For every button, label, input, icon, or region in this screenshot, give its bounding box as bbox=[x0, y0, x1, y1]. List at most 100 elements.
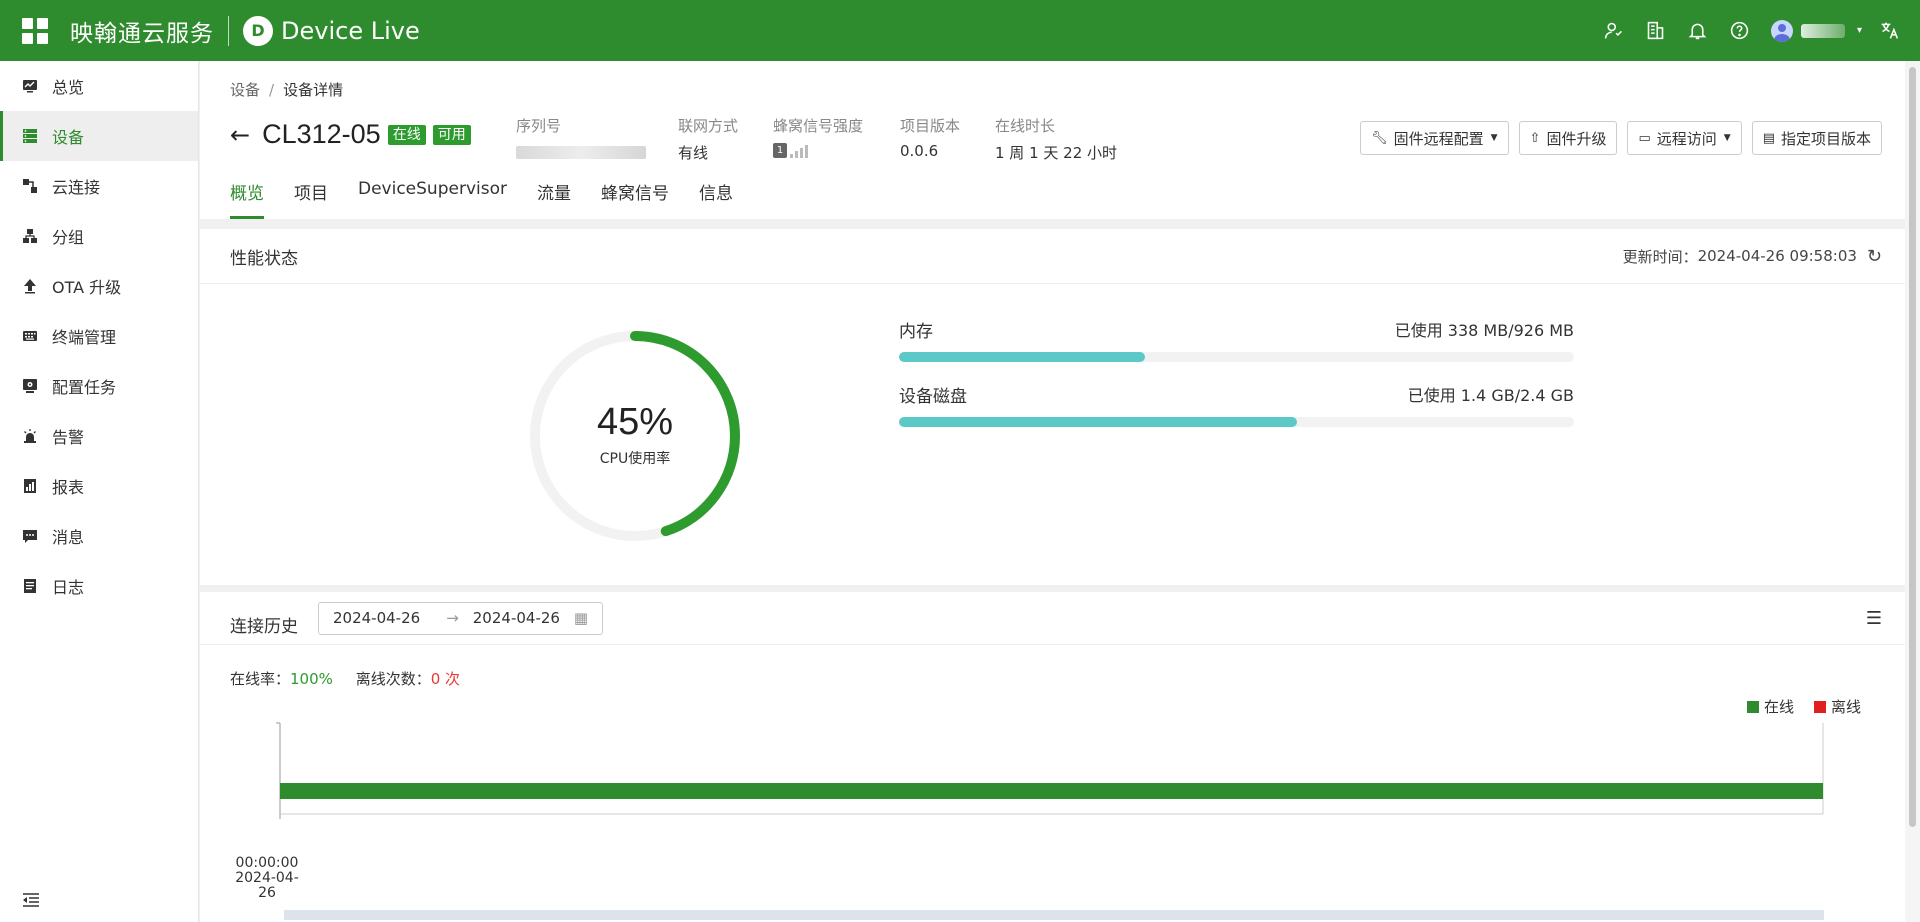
version-value: 0.0.6 bbox=[900, 142, 939, 160]
message-icon bbox=[22, 528, 38, 544]
sidebar-item-label: 分组 bbox=[52, 228, 85, 247]
uptime-field: 在线时长 1 周 1 天 22 小时 bbox=[995, 115, 1117, 163]
breadcrumb-separator: / bbox=[269, 81, 275, 99]
sidebar-item-label: 告警 bbox=[52, 428, 85, 447]
user-management-icon[interactable] bbox=[1593, 10, 1635, 52]
monitor-icon: ▭ bbox=[1638, 130, 1651, 146]
tab-info[interactable]: 信息 bbox=[699, 179, 733, 219]
product-name[interactable]: Device Live bbox=[281, 17, 420, 45]
help-icon[interactable] bbox=[1719, 10, 1761, 52]
firmware-config-button[interactable]: 🔧︎ 固件远程配置 ▼ bbox=[1360, 121, 1509, 155]
remote-access-button[interactable]: ▭ 远程访问 ▼ bbox=[1627, 121, 1742, 155]
assign-version-button[interactable]: ▤ 指定项目版本 bbox=[1751, 121, 1882, 155]
sidebar-item-label: 设备 bbox=[52, 128, 85, 147]
page-scrollbar[interactable] bbox=[1905, 61, 1920, 922]
user-name: user bbox=[1800, 23, 1845, 38]
upgrade-arrow-icon: ⇧ bbox=[1529, 130, 1541, 146]
performance-title: 性能状态 bbox=[230, 248, 298, 269]
disk-usage: 设备磁盘 已使用 1.4 GB/2.4 GB bbox=[899, 382, 1574, 427]
sidebar-item-report[interactable]: 报表 bbox=[0, 461, 198, 511]
update-time-value: 2024-04-26 09:58:03 bbox=[1697, 247, 1857, 265]
firmware-upgrade-button[interactable]: ⇧ 固件升级 bbox=[1518, 121, 1618, 155]
sidebar-item-cloud-connect[interactable]: 云连接 bbox=[0, 161, 198, 211]
uptime-value: 1 周 1 天 22 小时 bbox=[995, 144, 1118, 162]
network-label: 联网方式 bbox=[678, 117, 739, 135]
organization-icon[interactable] bbox=[1635, 10, 1677, 52]
memory-progress-fill bbox=[899, 352, 1146, 362]
sidebar-item-label: 云连接 bbox=[52, 178, 101, 197]
memory-label: 内存 bbox=[899, 322, 933, 342]
device-header: 设备 / 设备详情 ← CL312-05 在线 可用 序列号 联网方式 有线 蜂窝信… bbox=[200, 61, 1905, 219]
notification-bell-icon[interactable] bbox=[1677, 10, 1719, 52]
brand-name[interactable]: 映翰通云服务 bbox=[70, 14, 214, 48]
sidebar-item-group[interactable]: 分组 bbox=[0, 211, 198, 261]
sidebar-item-overview[interactable]: 总览 bbox=[0, 61, 198, 111]
memory-progress-track bbox=[899, 352, 1574, 362]
network-field: 联网方式 有线 bbox=[678, 115, 738, 163]
disk-used: 已使用 1.4 GB/2.4 GB bbox=[1407, 386, 1574, 405]
sidebar-item-label: 日志 bbox=[52, 578, 85, 597]
signal-label: 蜂窝信号强度 bbox=[773, 117, 864, 135]
disk-label: 设备磁盘 bbox=[899, 387, 967, 407]
version-field: 项目版本 0.0.6 bbox=[900, 115, 960, 160]
breadcrumb-current: 设备详情 bbox=[283, 81, 344, 99]
sidebar-item-log[interactable]: 日志 bbox=[0, 561, 198, 611]
chevron-down-icon: ▼ bbox=[1490, 133, 1498, 143]
config-task-icon bbox=[22, 378, 38, 394]
tab-traffic[interactable]: 流量 bbox=[537, 179, 571, 219]
breadcrumb-devices-link[interactable]: 设备 bbox=[230, 81, 260, 99]
disk-progress-track bbox=[899, 417, 1574, 427]
x-tick-time: 00:00:00 bbox=[235, 855, 299, 871]
wrench-icon: 🔧︎ bbox=[1371, 130, 1388, 146]
cpu-percent: 45% bbox=[596, 401, 674, 443]
sidebar-item-label: 配置任务 bbox=[52, 378, 117, 397]
group-icon bbox=[22, 228, 38, 244]
user-menu[interactable]: user ▾ bbox=[1770, 19, 1862, 42]
cpu-label: CPU使用率 bbox=[599, 451, 671, 467]
serial-number-label: 序列号 bbox=[516, 117, 562, 135]
sidebar-item-terminal[interactable]: 终端管理 bbox=[0, 311, 198, 361]
scrollbar-thumb[interactable] bbox=[1909, 67, 1916, 827]
disk-progress-fill bbox=[899, 417, 1298, 427]
alarm-icon bbox=[22, 428, 38, 444]
refresh-icon[interactable]: ↻ bbox=[1867, 246, 1882, 267]
sidebar-item-ota[interactable]: OTA 升级 bbox=[0, 261, 198, 311]
sidebar-item-message[interactable]: 消息 bbox=[0, 511, 198, 561]
dashboard-icon bbox=[22, 78, 38, 94]
chart-zoom-slider[interactable] bbox=[284, 910, 1824, 920]
app-grid-icon[interactable] bbox=[22, 17, 48, 44]
sidebar-item-label: 报表 bbox=[52, 478, 85, 497]
tab-cellular-signal[interactable]: 蜂窝信号 bbox=[601, 179, 669, 219]
x-axis-tick: 00:00:00 2024-04-26 bbox=[232, 856, 302, 901]
keyboard-icon bbox=[22, 328, 38, 344]
chevron-down-icon: ▼ bbox=[1723, 133, 1731, 143]
log-icon bbox=[22, 578, 38, 594]
sidebar: 总览 设备 云连接 分组 OTA 升级 终端管理 配置任务 告警 报表 消息 日… bbox=[0, 61, 199, 922]
collapse-sidebar-icon[interactable] bbox=[22, 892, 40, 908]
sidebar-item-alarm[interactable]: 告警 bbox=[0, 411, 198, 461]
performance-card: 性能状态 更新时间： 2024-04-26 09:58:03 ↻ 45% CPU… bbox=[200, 229, 1905, 585]
sidebar-item-config-task[interactable]: 配置任务 bbox=[0, 361, 198, 411]
devices-icon bbox=[22, 128, 38, 144]
connection-history-chart bbox=[276, 722, 1824, 819]
status-badge-available: 可用 bbox=[432, 124, 471, 145]
tab-project[interactable]: 项目 bbox=[294, 179, 328, 219]
sidebar-item-devices[interactable]: 设备 bbox=[0, 111, 198, 161]
tab-overview[interactable]: 概览 bbox=[230, 179, 264, 219]
sidebar-item-label: 终端管理 bbox=[52, 328, 117, 347]
sidebar-item-label: OTA 升级 bbox=[52, 278, 122, 297]
sidebar-item-label: 消息 bbox=[52, 528, 85, 547]
tab-devicesupervisor[interactable]: DeviceSupervisor bbox=[358, 179, 507, 219]
main-content: 设备 / 设备详情 ← CL312-05 在线 可用 序列号 联网方式 有线 蜂窝信… bbox=[200, 61, 1905, 922]
upload-icon bbox=[22, 278, 38, 294]
report-icon bbox=[22, 478, 38, 494]
language-icon[interactable] bbox=[1868, 10, 1910, 52]
breadcrumb: 设备 / 设备详情 bbox=[230, 79, 343, 100]
uptime-label: 在线时长 bbox=[995, 117, 1056, 135]
connection-history-card: 连接历史 2024-04-26 → 2024-04-26 ▦ ☰ 在线率：100… bbox=[200, 592, 1905, 922]
back-arrow-icon[interactable]: ← bbox=[230, 123, 250, 147]
x-tick-date: 2024-04-26 bbox=[235, 870, 299, 901]
bar-online bbox=[280, 783, 1823, 799]
update-time: 更新时间： 2024-04-26 09:58:03 ↻ bbox=[1623, 246, 1882, 267]
cellular-signal-icon: 1 bbox=[773, 142, 863, 158]
